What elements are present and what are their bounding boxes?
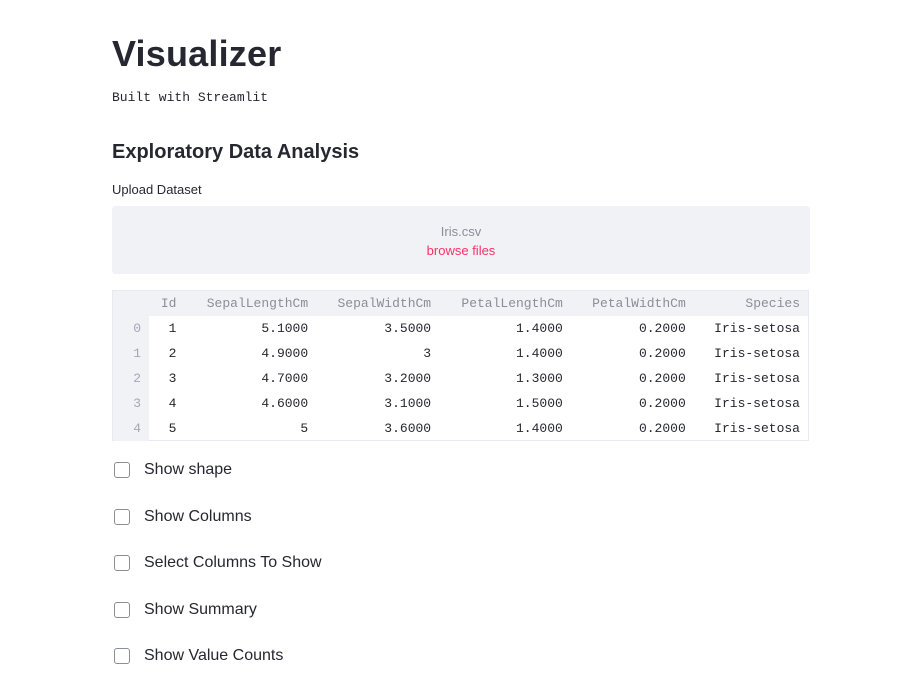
table-cell: 1.3000 bbox=[516, 371, 563, 386]
table-row: 1 2 4.9000 3 1.4000 0.2000 Iris-setosa bbox=[113, 341, 808, 366]
table-cell: Iris-setosa bbox=[714, 346, 800, 361]
table-cell: 3.6000 bbox=[384, 421, 432, 436]
checkbox-box[interactable] bbox=[114, 648, 130, 664]
show-summary-checkbox[interactable]: Show Summary bbox=[114, 599, 257, 621]
table-cell: Iris-setosa bbox=[714, 321, 800, 336]
browse-files-link[interactable]: browse files bbox=[112, 243, 810, 258]
table-cell: 4 bbox=[168, 396, 177, 411]
upload-label: Upload Dataset bbox=[112, 182, 202, 197]
table-row: 0 1 5.1000 3.5000 1.4000 0.2000 Iris-set… bbox=[113, 316, 808, 341]
table-row: 2 3 4.7000 3.2000 1.3000 0.2000 Iris-set… bbox=[113, 366, 808, 391]
table-cell: 0.2000 bbox=[638, 396, 686, 411]
table-cell: 3 bbox=[423, 346, 432, 361]
show-columns-checkbox[interactable]: Show Columns bbox=[114, 506, 252, 528]
uploaded-filename: Iris.csv bbox=[440, 224, 482, 239]
table-cell: 2 bbox=[168, 346, 177, 361]
show-value-counts-checkbox[interactable]: Show Value Counts bbox=[114, 645, 283, 667]
table-cell: 4.7000 bbox=[261, 371, 309, 386]
table-cell: 5 bbox=[300, 421, 309, 436]
dataframe-table: Id SepalLengthCm SepalWidthCm PetalLengt… bbox=[113, 291, 808, 441]
row-index: 3 bbox=[113, 391, 149, 416]
index-header bbox=[113, 291, 149, 316]
table-cell: 1.5000 bbox=[516, 396, 563, 411]
row-index: 2 bbox=[113, 366, 149, 391]
table-cell: Iris-setosa bbox=[714, 371, 800, 386]
dataframe-preview[interactable]: Id SepalLengthCm SepalWidthCm PetalLengt… bbox=[112, 290, 809, 441]
table-cell: 0.2000 bbox=[638, 346, 686, 361]
table-cell: 4.6000 bbox=[261, 396, 309, 411]
table-cell: 1.4000 bbox=[516, 346, 563, 361]
section-heading: Exploratory Data Analysis bbox=[112, 141, 360, 163]
checkbox-label: Show shape bbox=[144, 461, 233, 478]
table-cell: Iris-setosa bbox=[714, 421, 800, 436]
table-cell: 3 bbox=[168, 371, 177, 386]
column-header[interactable]: PetalLengthCm bbox=[439, 291, 571, 316]
checkbox-label: Show Value Counts bbox=[144, 647, 284, 664]
column-header[interactable]: SepalWidthCm bbox=[316, 291, 440, 316]
table-cell: 4.9000 bbox=[261, 346, 309, 361]
show-shape-checkbox[interactable]: Show shape bbox=[114, 459, 232, 481]
checkbox-label: Show Columns bbox=[144, 508, 252, 525]
row-index: 4 bbox=[113, 416, 149, 441]
table-cell: 5.1000 bbox=[261, 321, 309, 336]
column-header[interactable]: SepalLengthCm bbox=[184, 291, 317, 316]
table-cell: 3.5000 bbox=[384, 321, 432, 336]
row-index: 0 bbox=[113, 316, 149, 341]
table-cell: 0.2000 bbox=[638, 421, 686, 436]
checkbox-label: Select Columns To Show bbox=[144, 554, 322, 571]
table-cell: 0.2000 bbox=[638, 321, 686, 336]
checkbox-box[interactable] bbox=[114, 555, 130, 571]
page-subtitle: Built with Streamlit bbox=[112, 90, 269, 105]
checkbox-box[interactable] bbox=[114, 462, 130, 478]
table-cell: 1.4000 bbox=[516, 321, 563, 336]
table-cell: 0.2000 bbox=[638, 371, 686, 386]
table-cell: 1.4000 bbox=[516, 421, 563, 436]
table-cell: 5 bbox=[168, 421, 177, 436]
row-index: 1 bbox=[113, 341, 149, 366]
table-cell: 3.1000 bbox=[384, 396, 432, 411]
streamlit-page: Visualizer Built with Streamlit Explorat… bbox=[0, 0, 921, 684]
table-row: 4 5 5 3.6000 1.4000 0.2000 Iris-setosa bbox=[113, 416, 808, 441]
checkbox-box[interactable] bbox=[114, 509, 130, 525]
checkbox-label: Show Summary bbox=[144, 601, 257, 618]
column-header[interactable]: Species bbox=[693, 291, 808, 316]
table-row: 3 4 4.6000 3.1000 1.5000 0.2000 Iris-set… bbox=[113, 391, 808, 416]
select-columns-checkbox[interactable]: Select Columns To Show bbox=[114, 552, 322, 574]
page-title: Visualizer bbox=[112, 33, 282, 74]
table-cell: Iris-setosa bbox=[714, 396, 800, 411]
table-cell: 3.2000 bbox=[384, 371, 432, 386]
dataframe-header-row: Id SepalLengthCm SepalWidthCm PetalLengt… bbox=[113, 291, 808, 316]
file-dropzone[interactable]: Iris.csv browse files bbox=[112, 206, 810, 274]
column-header[interactable]: Id bbox=[149, 291, 185, 316]
checkbox-box[interactable] bbox=[114, 602, 130, 618]
table-cell: 1 bbox=[168, 321, 177, 336]
column-header[interactable]: PetalWidthCm bbox=[570, 291, 694, 316]
